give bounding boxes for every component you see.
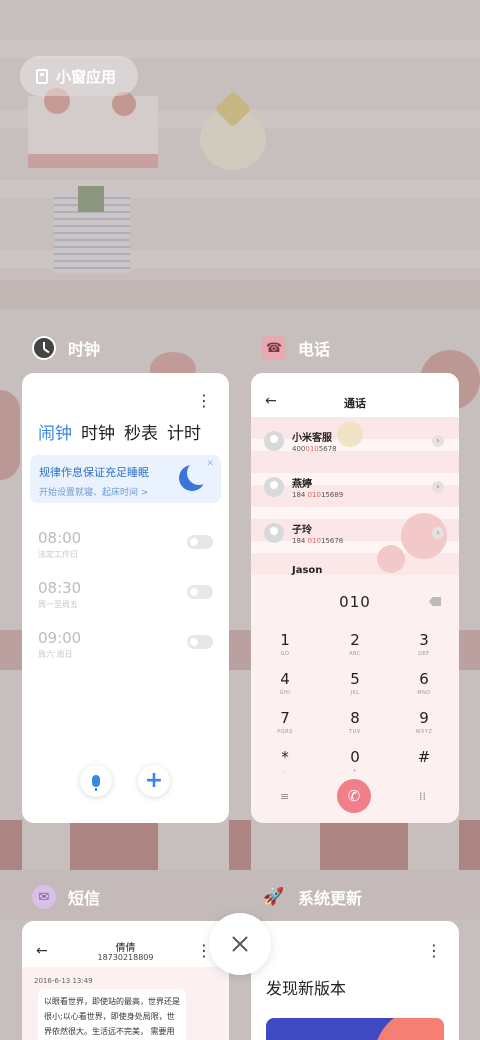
small-window-label: 小窗应用 [56, 67, 117, 86]
alarm-desc: 周一至周五 [38, 600, 78, 609]
sms-app-title: 短信 [68, 889, 101, 908]
tab-stopwatch[interactable]: 秒表 [124, 419, 158, 444]
moon-icon [179, 461, 211, 491]
phone-call-icon: ✆ [347, 787, 361, 805]
phone-icon: ☎ [262, 336, 286, 360]
clock-app-header[interactable]: 时钟 [32, 336, 100, 360]
phone-screen-title: 通话 [344, 397, 366, 410]
tab-alarm[interactable]: 闹钟 [38, 419, 72, 444]
tab-timer[interactable]: 计时 [167, 419, 201, 444]
alarm-item[interactable]: 08:30 周一至周五 [38, 579, 213, 610]
update-app-title: 系统更新 [298, 889, 363, 908]
small-window-icon [36, 68, 48, 84]
update-card[interactable]: ⋮ 发现新版本 [251, 921, 459, 1040]
key-hash[interactable]: # [394, 748, 454, 768]
key-0[interactable]: 0 + [325, 748, 385, 774]
contact-item[interactable]: Jason [264, 557, 448, 575]
call-button[interactable]: ✆ [337, 779, 371, 813]
key-4[interactable]: 4 GHI [255, 670, 315, 696]
alarm-desc: 周六 周日 [38, 650, 73, 659]
update-app-header[interactable]: 🚀 系统更新 [262, 885, 362, 909]
contact-number: 184 01015678 [292, 537, 344, 545]
voice-button[interactable] [80, 765, 112, 797]
alarm-desc: 法定工作日 [38, 550, 78, 559]
avatar [264, 477, 284, 497]
plus-icon: + [144, 768, 164, 793]
update-banner [266, 1018, 444, 1040]
more-icon[interactable]: ⋮ [196, 393, 212, 409]
key-9[interactable]: 9 WXYZ [394, 709, 454, 735]
contact-name: 燕婷 [292, 479, 312, 490]
clock-icon [32, 336, 56, 360]
avatar [264, 431, 284, 451]
update-heading: 发现新版本 [266, 979, 347, 998]
keypad-icon[interactable]: ⁞⁞ [419, 790, 426, 803]
clear-all-button[interactable] [209, 913, 271, 975]
tab-clock[interactable]: 时钟 [81, 419, 115, 444]
contact-item[interactable]: 小米客服 4000105678 › [264, 423, 448, 459]
avatar [264, 523, 284, 543]
dialed-number: 010 [339, 593, 371, 611]
key-2[interactable]: 2 ABC [325, 631, 385, 657]
rocket-icon: 🚀 [263, 887, 285, 907]
menu-icon[interactable]: ≡ [280, 790, 289, 803]
key-7[interactable]: 7 PQRS [255, 709, 315, 735]
close-icon [230, 934, 250, 954]
alarm-toggle[interactable] [187, 535, 213, 549]
message-date: 2016-6-13 13:49 [34, 977, 93, 985]
message-icon: ✉ [32, 885, 56, 909]
contact-name: 小米客服 [292, 433, 332, 444]
alarm-toggle[interactable] [187, 635, 213, 649]
clock-app-title: 时钟 [68, 340, 101, 359]
chevron-right-icon[interactable]: › [432, 435, 444, 447]
key-3[interactable]: 3 DEF [394, 631, 454, 657]
alarm-toggle[interactable] [187, 585, 213, 599]
clock-tabs: 闹钟 时钟 秒表 计时 [38, 419, 201, 444]
small-window-button[interactable]: 小窗应用 [20, 56, 138, 96]
key-1[interactable]: 1 GO [255, 631, 315, 657]
key-5[interactable]: 5 JKL [325, 670, 385, 696]
contact-number: 184 01015689 [292, 491, 344, 499]
sleep-banner[interactable]: 规律作息保证充足睡眠 开始设置就寝、起床时间 > ✕ [30, 455, 221, 503]
phone-app-title: 电话 [298, 340, 331, 359]
add-alarm-button[interactable]: + [138, 765, 170, 797]
contact-number: 4000105678 [292, 445, 337, 453]
phone-app-header[interactable]: ☎ 电话 [262, 336, 330, 360]
contact-item[interactable]: 燕婷 184 01015689 › [264, 469, 448, 505]
key-star[interactable]: *, [255, 748, 315, 774]
contact-name: 子玲 [292, 525, 312, 536]
contact-name: Jason [292, 565, 323, 575]
sms-app-header[interactable]: ✉ 短信 [32, 885, 100, 909]
key-6[interactable]: 6 MNO [394, 670, 454, 696]
alarm-item[interactable]: 09:00 周六 周日 [38, 629, 213, 660]
key-8[interactable]: 8 TUV [325, 709, 385, 735]
chevron-right-icon[interactable]: › [432, 527, 444, 539]
contact-list: 小米客服 4000105678 › 燕婷 184 01015689 › 子玲 1… [251, 417, 459, 575]
more-icon[interactable]: ⋮ [426, 943, 442, 959]
clock-card[interactable]: ⋮ 闹钟 时钟 秒表 计时 规律作息保证充足睡眠 开始设置就寝、起床时间 > ✕… [22, 373, 229, 823]
alarm-item[interactable]: 08:00 法定工作日 [38, 529, 213, 560]
microphone-icon [92, 775, 100, 791]
contact-item[interactable]: 子玲 184 01015678 › [264, 515, 448, 551]
sms-card[interactable]: ← 倩倩 18730218809 ⋮ 2016-6-13 13:49 以眼看世界… [22, 921, 229, 1040]
close-icon[interactable]: ✕ [206, 459, 214, 469]
message-bubble: 以眼看世界，即使站的最高，世界还是很小;以心看世界，即使身处局限，世界依然很大。… [38, 989, 186, 1040]
chevron-right-icon[interactable]: › [432, 481, 444, 493]
phone-card[interactable]: ← 通话 小米客服 4000105678 › 燕婷 184 01015689 ›… [251, 373, 459, 823]
